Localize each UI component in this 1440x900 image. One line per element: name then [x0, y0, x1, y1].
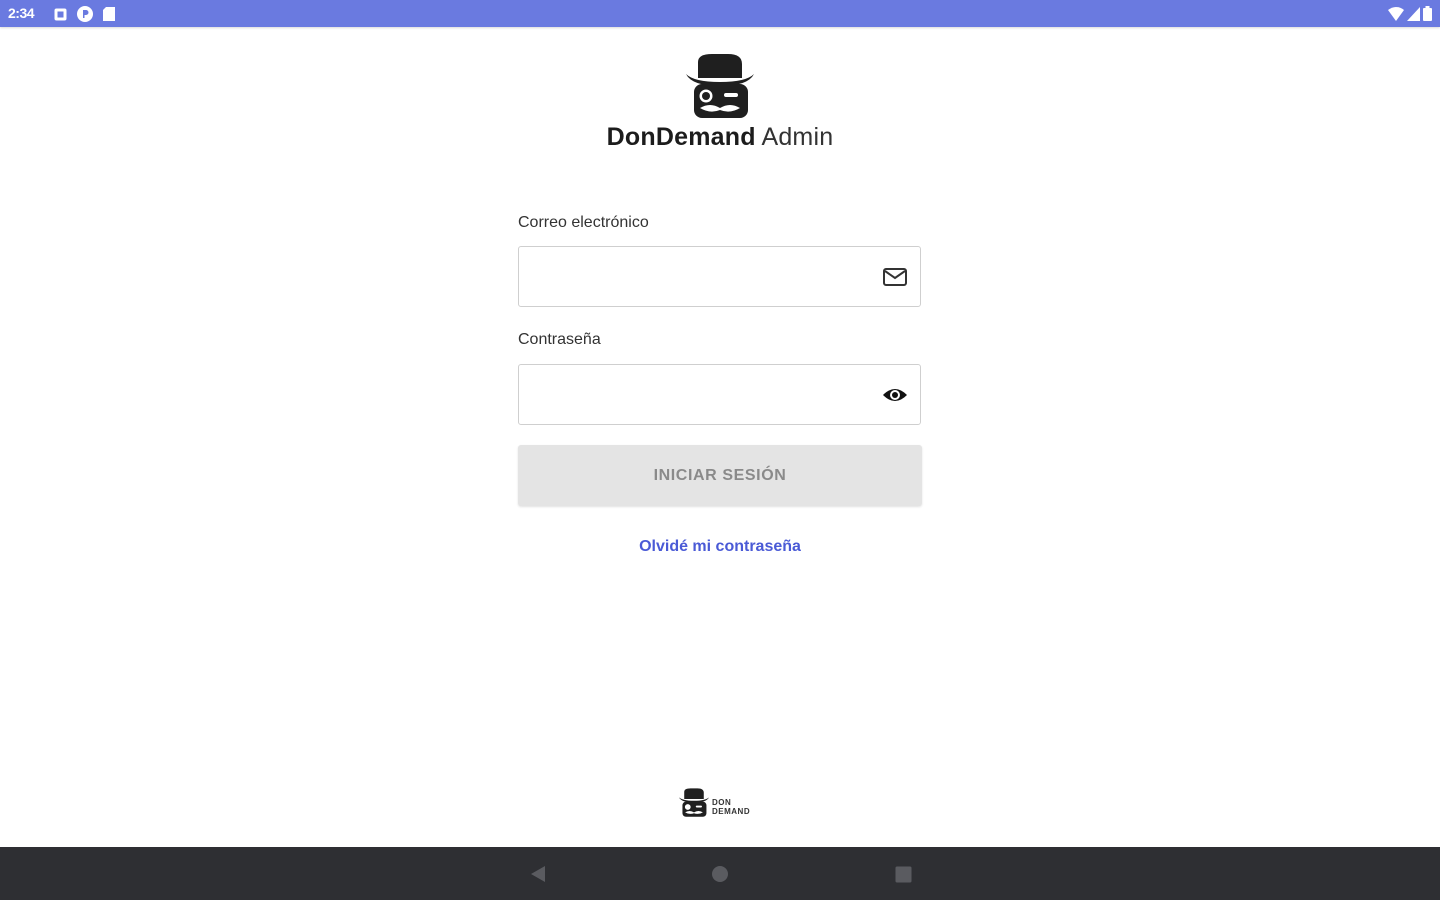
login-screen: 2:34 DonDemand Admin Correo electrónico … — [0, 0, 1440, 900]
recents-button[interactable] — [890, 861, 916, 887]
footer-logo-line1: DON — [712, 798, 732, 807]
notification-square-icon — [54, 8, 67, 21]
footer-logo-text: DON DEMAND — [712, 798, 750, 816]
status-bar: 2:34 — [0, 0, 1440, 27]
navigation-bar — [0, 847, 1440, 900]
don-mascot-icon — [678, 788, 710, 817]
footer-logo: DON DEMAND — [678, 786, 768, 822]
email-label: Correo electrónico — [518, 214, 649, 231]
mail-icon — [883, 268, 907, 286]
don-mascot-icon — [686, 54, 754, 118]
eye-icon[interactable] — [882, 383, 908, 407]
back-button[interactable] — [525, 861, 551, 887]
password-label: Contraseña — [518, 331, 601, 348]
app-title-brand: DonDemand — [606, 123, 756, 151]
back-icon — [531, 866, 545, 882]
password-field[interactable] — [518, 364, 921, 425]
status-time: 2:34 — [8, 5, 35, 21]
password-input[interactable] — [531, 375, 875, 417]
home-button[interactable] — [707, 861, 733, 887]
email-field[interactable] — [518, 246, 921, 307]
app-title: DonDemand Admin — [0, 123, 1440, 152]
footer-logo-line2: DEMAND — [712, 807, 751, 816]
status-notifications — [54, 6, 115, 22]
cell-signal-icon — [1407, 6, 1420, 21]
sd-card-icon — [103, 7, 115, 21]
battery-icon — [1423, 6, 1432, 21]
app-title-suffix: Admin — [755, 123, 834, 151]
wifi-icon — [1388, 6, 1404, 21]
email-input[interactable] — [531, 257, 875, 299]
home-icon — [712, 866, 728, 882]
forgot-password-link[interactable]: Olvidé mi contraseña — [0, 538, 1440, 556]
recents-icon — [895, 866, 911, 882]
login-button[interactable]: INICIAR SESIÓN — [518, 445, 922, 506]
circle-badge-icon — [77, 6, 93, 22]
status-system-icons — [1388, 6, 1432, 21]
